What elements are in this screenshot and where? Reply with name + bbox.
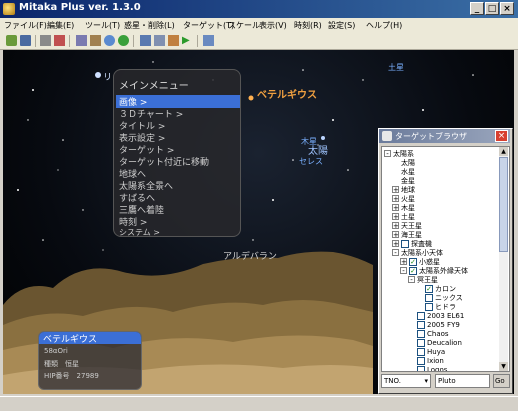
scroll-thumb[interactable] [499,157,508,252]
toolbar: ▶ [0,33,518,50]
expand-icon[interactable]: + [392,240,399,248]
tree-checkbox[interactable] [425,303,433,311]
go-button[interactable]: Go [493,374,510,388]
toolbar-separator [133,35,134,47]
collapse-icon[interactable]: - [408,276,415,284]
menu-time[interactable]: 時刻(R) [294,20,322,31]
open-icon[interactable] [6,35,17,46]
close-button[interactable]: × [500,2,514,15]
window-icon[interactable] [140,35,151,46]
status-bar [0,396,518,411]
tree-checkbox[interactable]: ✓ [409,267,417,275]
menu-help[interactable]: ヘルプ(H) [366,20,402,31]
tree-checkbox[interactable] [417,339,425,347]
move-icon[interactable] [76,35,87,46]
expand-icon[interactable]: + [392,204,399,212]
menu-bar: ファイル(F) 編集(E) ツール(T) 惑星・削除(L) ターゲット(T) ス… [0,18,518,33]
tree-checkbox[interactable] [401,240,409,248]
tree-checkbox[interactable]: ✓ [409,258,417,266]
chevron-down-icon: ▾ [424,377,428,385]
menu-target[interactable]: ターゲット(T) [183,20,234,31]
planet-label-ceres[interactable]: セレス [299,156,323,167]
info-type: 種類 恒星 [44,360,79,368]
toolbar-separator [35,35,36,47]
green-circle-icon[interactable] [118,35,129,46]
tree-item[interactable]: Logos [427,365,447,371]
type-select[interactable]: TNO. ▾ [381,374,431,388]
capture-icon[interactable] [54,35,65,46]
menu-scale[interactable]: スケール [228,20,260,31]
layer-icon[interactable] [168,35,179,46]
star-label-betelgeuse[interactable]: ベテルギウス [257,86,317,101]
window-title: Mitaka Plus ver. 1.3.0 [19,2,141,13]
print-icon[interactable] [40,35,51,46]
main-menu-item-system[interactable]: システム > [119,227,160,238]
main-menu-title: メインメニュー [119,81,189,92]
play-icon[interactable]: ▶ [182,35,193,46]
menu-settings[interactable]: 設定(S) [328,20,355,31]
app-icon [3,3,15,15]
object-info-box: ベテルギウス 58αOri 種類 恒星 HIP番号 27989 [38,331,142,390]
expand-icon[interactable]: + [400,258,407,266]
minimize-button[interactable]: _ [470,2,484,15]
info-designation: 58αOri [44,347,68,355]
tree-checkbox[interactable] [425,294,433,302]
info-title: ベテルギウス [39,332,141,345]
menu-tools[interactable]: ツール(T) [85,20,120,31]
expand-icon[interactable]: + [392,195,399,203]
panel-icon[interactable] [203,35,214,46]
collapse-icon[interactable]: - [400,267,407,275]
collapse-icon[interactable]: - [392,249,399,257]
info-hip: HIP番号 27989 [44,372,99,380]
target-browser-titlebar[interactable]: ターゲットブラウザ × [379,129,510,143]
collapse-icon[interactable]: - [384,150,391,158]
tree-checkbox[interactable] [417,312,425,320]
tree-checkbox[interactable] [417,357,425,365]
camera-icon[interactable] [90,35,101,46]
planet-label-saturn[interactable]: 土星 [388,62,404,73]
menu-view[interactable]: 表示(V) [259,20,287,31]
target-browser-window: ターゲットブラウザ × ▲ ▼ - 太陽系 太陽 水星 金星 + 地球 + 火星 + 木星 + 土星 + 天… [378,128,513,394]
expand-icon[interactable]: + [392,186,399,194]
maximize-button[interactable]: □ [485,2,499,15]
menu-edit[interactable]: 編集(E) [47,20,74,31]
type-select-value: TNO. [384,377,401,385]
globe-icon[interactable] [104,35,115,46]
target-browser-icon [382,131,392,141]
scroll-down-icon[interactable]: ▼ [499,362,508,371]
tree-scrollbar[interactable]: ▲ ▼ [499,147,508,371]
tree-checkbox[interactable] [417,348,425,356]
title-bar[interactable]: Mitaka Plus ver. 1.3.0 _ □ × [0,0,518,18]
target-browser-close-button[interactable]: × [495,130,508,142]
search-input[interactable]: Pluto [435,374,490,388]
save-icon[interactable] [20,35,31,46]
planet-label-sun[interactable]: 太陽 [308,142,328,157]
menu-file[interactable]: ファイル(F) [4,20,47,31]
star-label-aldebaran[interactable]: アルデバラン [223,249,277,262]
toolbar-separator [69,35,70,47]
stack-icon[interactable] [154,35,165,46]
expand-icon[interactable]: + [392,213,399,221]
expand-icon[interactable]: + [392,222,399,230]
app-window: Mitaka Plus ver. 1.3.0 _ □ × ファイル(F) 編集(… [0,0,518,411]
tree-checkbox[interactable] [417,321,425,329]
scroll-up-icon[interactable]: ▲ [499,147,508,156]
expand-icon[interactable]: + [392,231,399,239]
tree-checkbox[interactable]: ✓ [425,285,433,293]
star-label-ri[interactable]: リ [103,70,112,83]
tree-checkbox[interactable] [417,366,425,371]
main-menu: メインメニュー 画像 > ３Ｄチャート > タイトル > 表示設定 > ターゲッ… [113,69,241,237]
menu-planets[interactable]: 惑星・削除(L) [124,20,175,31]
tree-checkbox[interactable] [417,330,425,338]
target-tree[interactable]: ▲ ▼ - 太陽系 太陽 水星 金星 + 地球 + 火星 + 木星 + 土星 + 天王星 + 海王星 + 探査機 - 太… [381,146,510,372]
toolbar-separator [197,35,198,47]
target-browser-title: ターゲットブラウザ [395,132,467,141]
